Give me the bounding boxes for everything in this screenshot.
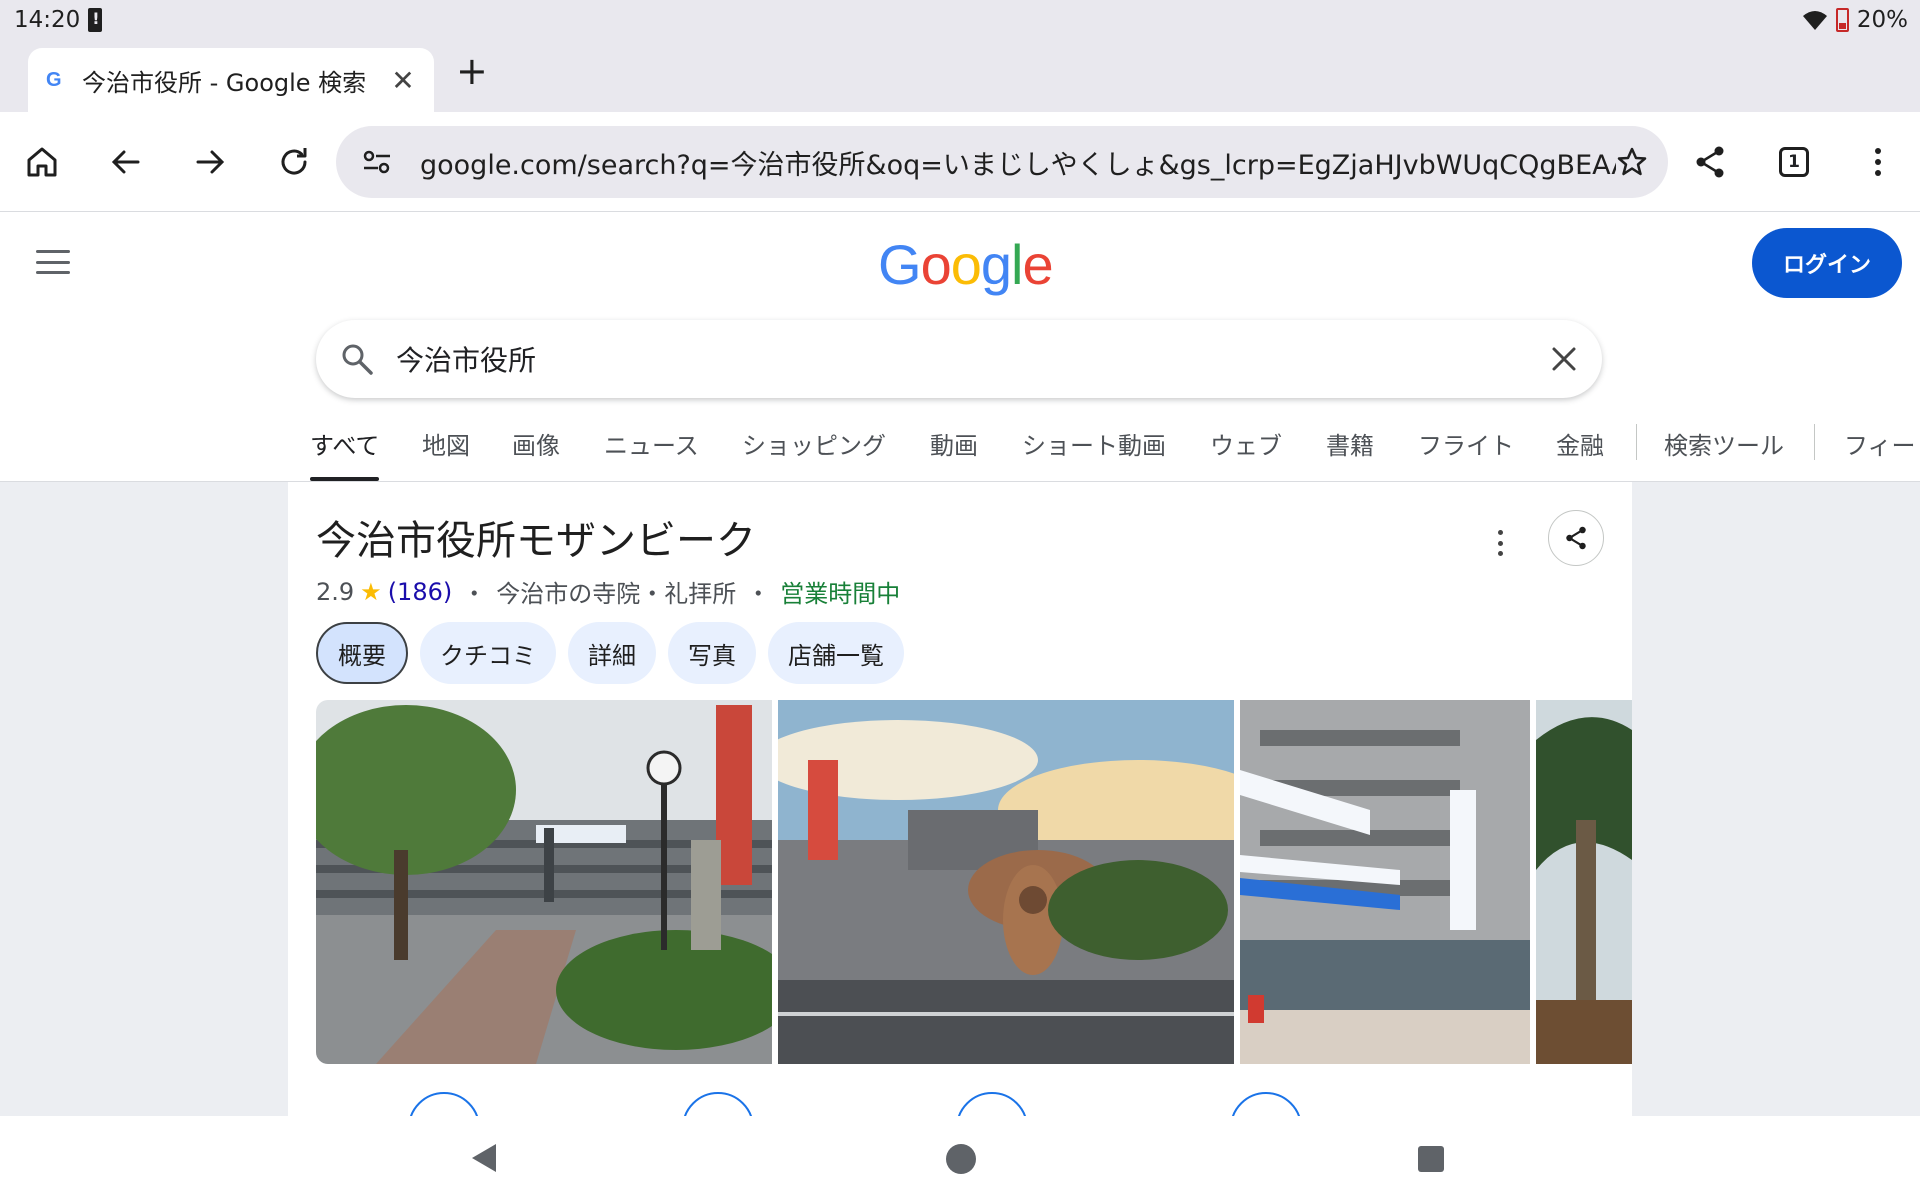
share-icon [1696, 146, 1724, 178]
more-options-icon[interactable] [1498, 530, 1506, 556]
forward-button[interactable] [186, 138, 234, 186]
filter-all[interactable]: すべて [310, 426, 380, 481]
separator-dot: ・ [462, 580, 487, 608]
home-button[interactable] [18, 138, 66, 186]
star-icon: ★ [360, 577, 382, 606]
chip-store-list[interactable]: 店舗一覧 [768, 622, 904, 684]
filter-web[interactable]: ウェブ [1210, 426, 1282, 461]
rating-value: 2.9 [316, 577, 355, 606]
tab-strip: G 今治市役所 - Google 検索 ✕ [0, 40, 1920, 112]
address-bar[interactable]: google.com/search?q=今治市役所&oq=いまじしやくしょ&gs… [336, 126, 1668, 198]
place-category: 今治市の寺院・礼拝所 [496, 580, 737, 608]
place-share-button[interactable] [1548, 510, 1604, 566]
browser-tab[interactable]: G 今治市役所 - Google 検索 ✕ [28, 48, 434, 112]
new-tab-button[interactable]: + [456, 52, 488, 90]
place-photo-propeller[interactable] [778, 700, 1234, 1064]
hamburger-menu-icon[interactable] [36, 250, 70, 274]
battery-level: 20% [1856, 7, 1908, 33]
browser-menu-button[interactable] [1854, 138, 1902, 186]
site-settings-icon[interactable] [362, 149, 392, 175]
place-photo-building[interactable] [1240, 700, 1530, 1064]
reload-icon [281, 148, 307, 175]
filter-flights[interactable]: フライト [1418, 426, 1514, 461]
search-filter-tabs: すべて 地図 画像 ニュース ショッピング 動画 ショート動画 ウェブ 書籍 フ… [0, 414, 1920, 482]
google-favicon-icon: G [46, 68, 62, 91]
share-button[interactable] [1686, 138, 1734, 186]
search-icon[interactable] [340, 342, 374, 376]
knowledge-panel: 今治市役所モザンビーク 2.9 ★ (186) ・ 今治市の寺院・礼拝所 ・ 営… [288, 482, 1632, 1116]
call-action-button[interactable] [682, 1092, 754, 1116]
reload-button[interactable] [270, 138, 318, 186]
filter-divider [1636, 424, 1637, 460]
separator-dot: ・ [746, 580, 771, 608]
more-vert-icon [1875, 148, 1881, 176]
google-header: Google ログイン [0, 212, 1920, 308]
filter-short-videos[interactable]: ショート動画 [1022, 426, 1166, 461]
url-text[interactable]: google.com/search?q=今治市役所&oq=いまじしやくしょ&gs… [420, 143, 1616, 182]
wifi-icon [1802, 11, 1827, 30]
back-button[interactable] [102, 138, 150, 186]
clear-icon[interactable] [1550, 345, 1578, 373]
search-input[interactable] [396, 342, 1550, 376]
place-title: 今治市役所モザンビーク [316, 518, 756, 564]
arrow-right-icon [196, 150, 225, 174]
filter-news[interactable]: ニュース [604, 426, 699, 461]
search-box [316, 320, 1602, 398]
battery-icon [1835, 8, 1849, 32]
home-icon [27, 147, 57, 177]
directions-action-button[interactable] [408, 1092, 480, 1116]
filter-videos[interactable]: 動画 [930, 426, 978, 461]
chip-photos[interactable]: 写真 [668, 622, 756, 684]
login-button[interactable]: ログイン [1752, 228, 1902, 298]
nav-recents-icon[interactable] [1418, 1146, 1444, 1172]
filter-finance[interactable]: 金融 [1556, 426, 1604, 461]
place-chips: 概要 クチコミ 詳細 写真 店舗一覧 [316, 622, 904, 684]
place-meta: 2.9 ★ (186) ・ 今治市の寺院・礼拝所 ・ 営業時間中 [316, 574, 900, 609]
website-action-button[interactable] [956, 1092, 1028, 1116]
chip-overview[interactable]: 概要 [316, 622, 408, 684]
save-action-button[interactable] [1230, 1092, 1302, 1116]
bookmark-star-icon[interactable] [1616, 146, 1648, 178]
filter-maps[interactable]: 地図 [422, 426, 470, 461]
arrow-left-icon [111, 150, 140, 174]
browser-toolbar: google.com/search?q=今治市役所&oq=いまじしやくしょ&gs… [0, 112, 1920, 212]
chip-reviews[interactable]: クチコミ [420, 622, 556, 684]
filter-search-tools[interactable]: 検索ツール [1664, 426, 1784, 461]
filter-feedback[interactable]: フィー [1844, 426, 1916, 461]
tab-count: 1 [1779, 147, 1809, 177]
filter-images[interactable]: 画像 [512, 426, 560, 461]
google-logo[interactable]: Google [878, 232, 1054, 297]
nav-back-icon[interactable] [472, 1144, 496, 1172]
review-count-link[interactable]: (186) [388, 578, 453, 606]
tab-close-icon[interactable]: ✕ [388, 64, 418, 97]
battery-alert-icon [88, 8, 103, 32]
tab-title: 今治市役所 - Google 検索 [82, 68, 367, 97]
nav-home-icon[interactable] [946, 1144, 976, 1174]
system-nav-bar [0, 1116, 1920, 1200]
place-photo-city-hall[interactable] [316, 700, 772, 1064]
status-time: 14:20 [14, 7, 81, 33]
place-photo-palm[interactable] [1536, 700, 1632, 1064]
chip-details[interactable]: 詳細 [568, 622, 656, 684]
filter-divider [1814, 424, 1815, 460]
tab-switcher-button[interactable]: 1 [1770, 138, 1818, 186]
filter-books[interactable]: 書籍 [1326, 426, 1374, 461]
share-icon [1566, 526, 1586, 550]
status-bar: 14:20 20% [0, 0, 1920, 40]
open-status: 営業時間中 [780, 580, 901, 608]
filter-shopping[interactable]: ショッピング [742, 426, 886, 461]
